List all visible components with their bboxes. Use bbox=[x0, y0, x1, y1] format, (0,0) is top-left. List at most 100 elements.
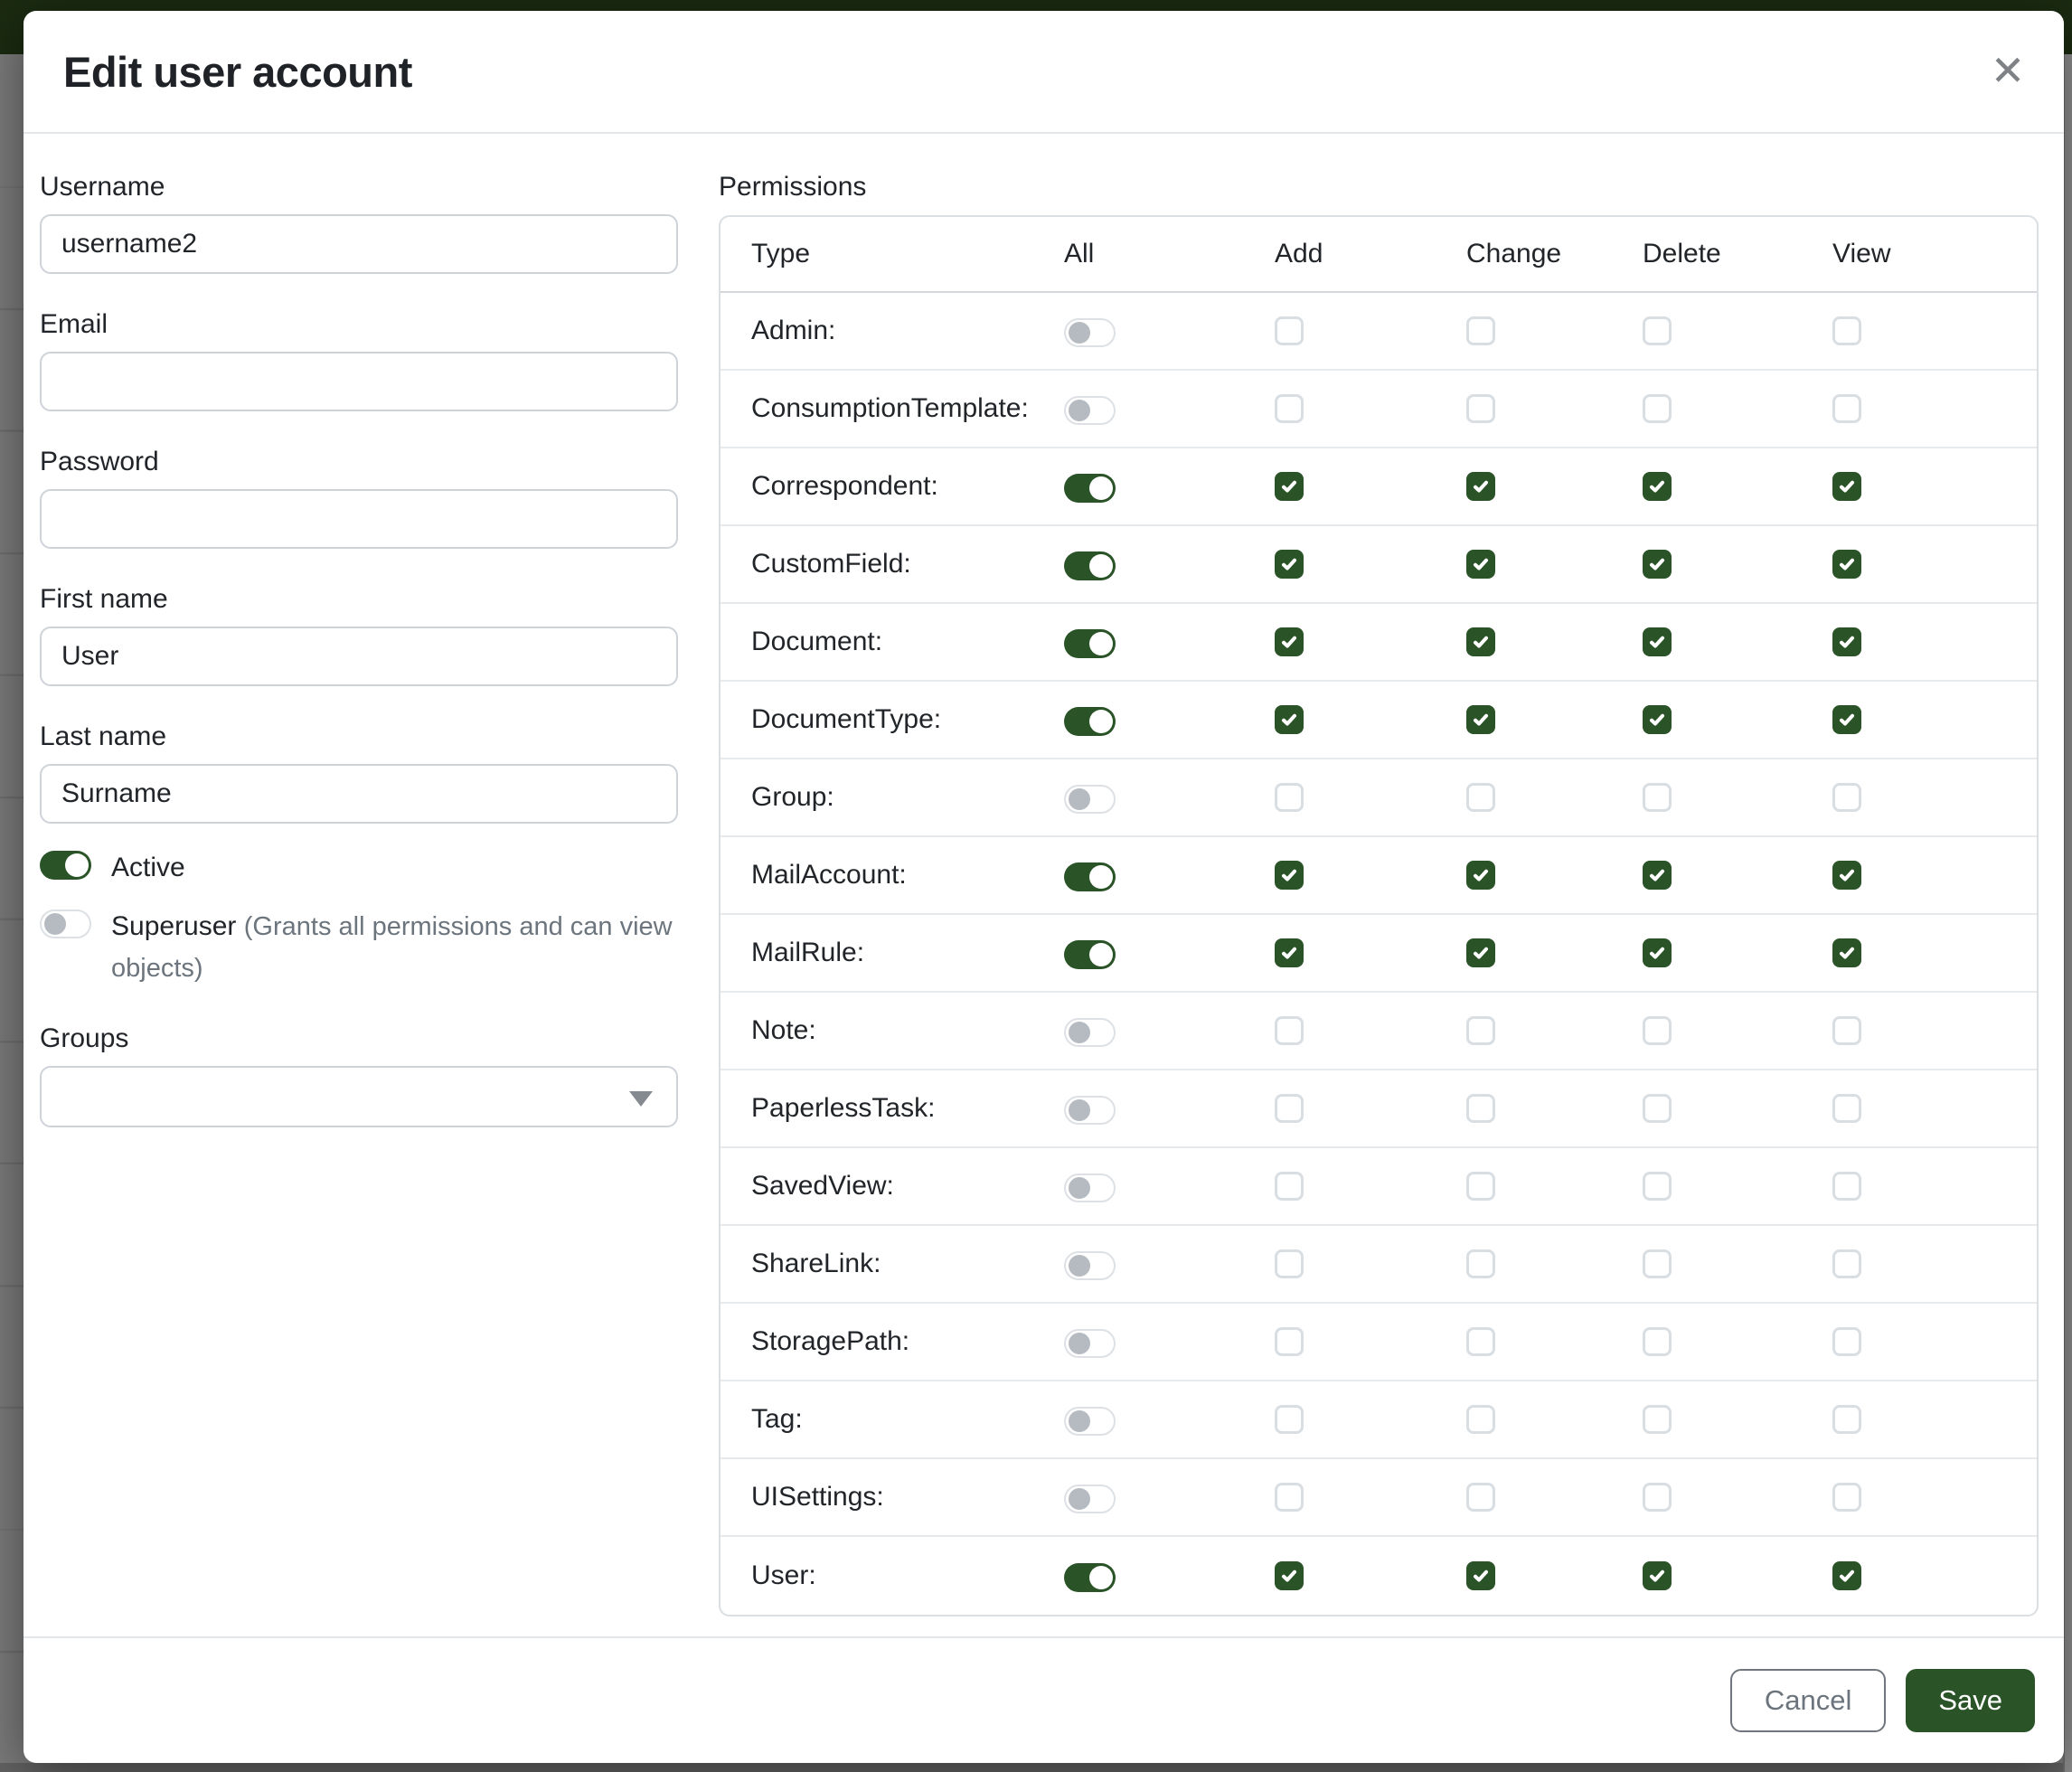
permission-all-toggle[interactable] bbox=[1064, 1485, 1116, 1513]
permission-all-toggle[interactable] bbox=[1064, 1563, 1116, 1592]
permission-change-checkbox[interactable] bbox=[1466, 472, 1495, 501]
email-input[interactable] bbox=[40, 352, 678, 411]
permission-all-toggle[interactable] bbox=[1064, 474, 1116, 503]
permission-all-toggle[interactable] bbox=[1064, 318, 1116, 347]
permission-view-checkbox[interactable] bbox=[1832, 1405, 1861, 1434]
first-name-input[interactable] bbox=[40, 627, 678, 686]
permission-all-toggle[interactable] bbox=[1064, 1407, 1116, 1436]
permission-change-checkbox[interactable] bbox=[1466, 861, 1495, 890]
permission-add-checkbox[interactable] bbox=[1275, 1094, 1304, 1123]
permission-view-checkbox[interactable] bbox=[1832, 783, 1861, 812]
permission-change-checkbox[interactable] bbox=[1466, 1405, 1495, 1434]
permission-change-checkbox[interactable] bbox=[1466, 783, 1495, 812]
password-input[interactable] bbox=[40, 489, 678, 549]
permission-view-checkbox[interactable] bbox=[1832, 394, 1861, 423]
permission-delete-checkbox[interactable] bbox=[1643, 861, 1672, 890]
permission-change-checkbox[interactable] bbox=[1466, 1016, 1495, 1045]
toggle-knob bbox=[1089, 1566, 1113, 1589]
last-name-input[interactable] bbox=[40, 764, 678, 824]
permission-delete-checkbox[interactable] bbox=[1643, 938, 1672, 967]
permission-all-toggle[interactable] bbox=[1064, 707, 1116, 736]
permission-view-checkbox[interactable] bbox=[1832, 1561, 1861, 1590]
permission-delete-checkbox[interactable] bbox=[1643, 1249, 1672, 1278]
permission-add-checkbox[interactable] bbox=[1275, 472, 1304, 501]
permission-change-checkbox[interactable] bbox=[1466, 1172, 1495, 1201]
permission-add-checkbox[interactable] bbox=[1275, 1172, 1304, 1201]
permission-add-checkbox[interactable] bbox=[1275, 1561, 1304, 1590]
username-input[interactable] bbox=[40, 214, 678, 274]
permission-view-checkbox[interactable] bbox=[1832, 550, 1861, 579]
permission-delete-checkbox[interactable] bbox=[1643, 1327, 1672, 1356]
permission-delete-checkbox[interactable] bbox=[1643, 1561, 1672, 1590]
permission-all-toggle[interactable] bbox=[1064, 551, 1116, 580]
permission-delete-checkbox[interactable] bbox=[1643, 394, 1672, 423]
active-toggle[interactable] bbox=[40, 851, 91, 880]
close-icon[interactable]: ✕ bbox=[1979, 42, 2037, 99]
permission-all-toggle[interactable] bbox=[1064, 396, 1116, 425]
permission-add-checkbox[interactable] bbox=[1275, 1327, 1304, 1356]
permission-change-checkbox[interactable] bbox=[1466, 1561, 1495, 1590]
permission-view-checkbox[interactable] bbox=[1832, 1249, 1861, 1278]
permission-all-toggle[interactable] bbox=[1064, 1173, 1116, 1202]
permission-add-checkbox[interactable] bbox=[1275, 316, 1304, 345]
permission-change-checkbox[interactable] bbox=[1466, 705, 1495, 734]
permission-change-checkbox[interactable] bbox=[1466, 394, 1495, 423]
permission-view-checkbox[interactable] bbox=[1832, 705, 1861, 734]
permission-delete-checkbox[interactable] bbox=[1643, 705, 1672, 734]
permission-add-checkbox[interactable] bbox=[1275, 861, 1304, 890]
permission-view-checkbox[interactable] bbox=[1832, 316, 1861, 345]
permission-delete-checkbox[interactable] bbox=[1643, 627, 1672, 656]
permission-add-checkbox[interactable] bbox=[1275, 705, 1304, 734]
permission-delete-checkbox[interactable] bbox=[1643, 1094, 1672, 1123]
permission-add-checkbox[interactable] bbox=[1275, 1249, 1304, 1278]
permission-add-checkbox[interactable] bbox=[1275, 394, 1304, 423]
permission-delete-checkbox[interactable] bbox=[1643, 1016, 1672, 1045]
permission-all-toggle[interactable] bbox=[1064, 785, 1116, 814]
permission-delete-checkbox[interactable] bbox=[1643, 550, 1672, 579]
permission-all-toggle[interactable] bbox=[1064, 1018, 1116, 1047]
permission-add-checkbox[interactable] bbox=[1275, 1016, 1304, 1045]
permission-add-checkbox[interactable] bbox=[1275, 1405, 1304, 1434]
permission-delete-checkbox[interactable] bbox=[1643, 783, 1672, 812]
permission-all-toggle[interactable] bbox=[1064, 629, 1116, 658]
permission-change-checkbox[interactable] bbox=[1466, 1327, 1495, 1356]
permission-change-checkbox[interactable] bbox=[1466, 938, 1495, 967]
permission-add-checkbox[interactable] bbox=[1275, 1483, 1304, 1512]
permission-view-checkbox[interactable] bbox=[1832, 627, 1861, 656]
permission-add-checkbox[interactable] bbox=[1275, 550, 1304, 579]
permission-change-checkbox[interactable] bbox=[1466, 1483, 1495, 1512]
cancel-button[interactable]: Cancel bbox=[1730, 1669, 1887, 1732]
permission-view-checkbox[interactable] bbox=[1832, 938, 1861, 967]
last-name-label: Last name bbox=[40, 721, 678, 752]
permission-delete-checkbox[interactable] bbox=[1643, 1483, 1672, 1512]
permission-delete-checkbox[interactable] bbox=[1643, 472, 1672, 501]
permission-delete-checkbox[interactable] bbox=[1643, 316, 1672, 345]
permission-view-checkbox[interactable] bbox=[1832, 1483, 1861, 1512]
permission-change-checkbox[interactable] bbox=[1466, 316, 1495, 345]
permission-change-checkbox[interactable] bbox=[1466, 627, 1495, 656]
superuser-toggle[interactable] bbox=[40, 910, 91, 938]
permission-all-toggle[interactable] bbox=[1064, 862, 1116, 891]
permission-all-toggle[interactable] bbox=[1064, 1329, 1116, 1358]
permission-add-checkbox[interactable] bbox=[1275, 627, 1304, 656]
permission-add-checkbox[interactable] bbox=[1275, 938, 1304, 967]
permission-all-toggle[interactable] bbox=[1064, 1096, 1116, 1125]
permission-all-toggle[interactable] bbox=[1064, 1251, 1116, 1280]
permission-delete-checkbox[interactable] bbox=[1643, 1405, 1672, 1434]
permission-change-checkbox[interactable] bbox=[1466, 1249, 1495, 1278]
permission-view-checkbox[interactable] bbox=[1832, 1094, 1861, 1123]
permission-view-checkbox[interactable] bbox=[1832, 1172, 1861, 1201]
page-scrollbar[interactable] bbox=[2063, 54, 2072, 1772]
permission-view-checkbox[interactable] bbox=[1832, 472, 1861, 501]
permission-all-toggle[interactable] bbox=[1064, 940, 1116, 969]
groups-select[interactable] bbox=[40, 1066, 678, 1127]
permission-add-checkbox[interactable] bbox=[1275, 783, 1304, 812]
save-button[interactable]: Save bbox=[1906, 1669, 2035, 1732]
permission-view-checkbox[interactable] bbox=[1832, 1016, 1861, 1045]
permission-view-checkbox[interactable] bbox=[1832, 861, 1861, 890]
toggle-knob bbox=[65, 853, 89, 877]
permission-change-checkbox[interactable] bbox=[1466, 1094, 1495, 1123]
permission-delete-checkbox[interactable] bbox=[1643, 1172, 1672, 1201]
permission-change-checkbox[interactable] bbox=[1466, 550, 1495, 579]
permission-view-checkbox[interactable] bbox=[1832, 1327, 1861, 1356]
